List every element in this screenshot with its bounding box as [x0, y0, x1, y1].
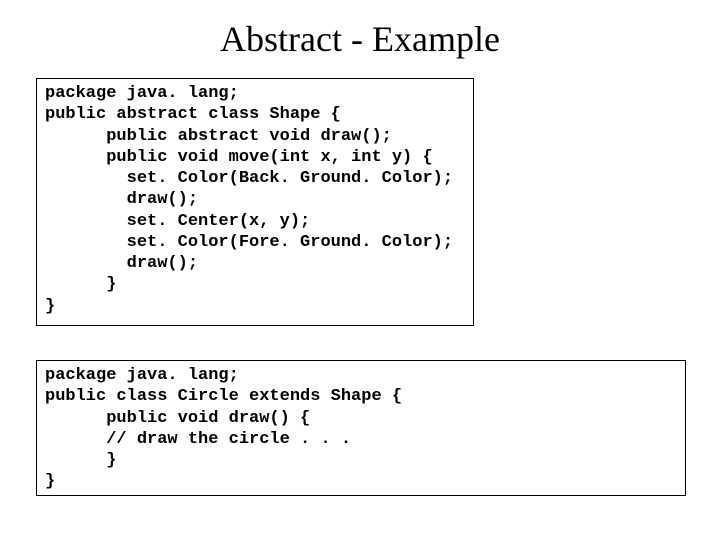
code-block-circle: package java. lang; public class Circle … [36, 360, 686, 496]
slide: Abstract - Example package java. lang; p… [0, 0, 720, 540]
slide-title: Abstract - Example [0, 18, 720, 60]
code-block-shape: package java. lang; public abstract clas… [36, 78, 474, 326]
